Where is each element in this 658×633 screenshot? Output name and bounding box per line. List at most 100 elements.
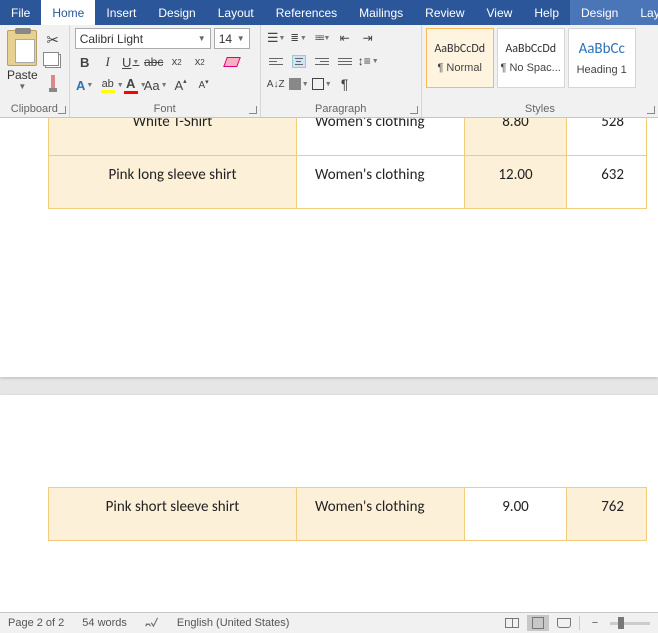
language-indicator[interactable]: English (United States) [177, 617, 290, 629]
style-name-label: ¶ No Spac... [501, 62, 561, 74]
style-name-label: ¶ Normal [437, 62, 481, 74]
separator [579, 616, 580, 630]
style-no-spacing[interactable]: AaBbCcDd ¶ No Spac... [497, 28, 565, 88]
style-heading-1[interactable]: AaBbCc Heading 1 [568, 28, 636, 88]
font-color-button[interactable]: A▼ [121, 75, 141, 95]
align-center-button[interactable] [289, 51, 309, 71]
grow-font-button[interactable]: A▴ [171, 75, 191, 95]
page-indicator[interactable]: Page 2 of 2 [8, 617, 64, 629]
change-case-button[interactable]: Aa▼ [144, 75, 168, 95]
table-row[interactable]: Pink long sleeve shirt Women's clothing … [49, 156, 647, 209]
cell-product[interactable]: Pink long sleeve shirt [49, 156, 297, 209]
group-styles: AaBbCcDd ¶ Normal AaBbCcDd ¶ No Spac... … [422, 25, 658, 117]
group-paragraph-label: Paragraph [261, 102, 421, 117]
table-row[interactable]: Pink short sleeve shirt Women's clothing… [49, 488, 647, 541]
clear-formatting-button[interactable] [222, 52, 242, 72]
chevron-down-icon: ▼ [18, 82, 26, 91]
zoom-knob[interactable] [618, 617, 624, 629]
tab-insert[interactable]: Insert [95, 0, 147, 25]
zoom-slider[interactable] [610, 622, 650, 625]
tab-home[interactable]: Home [41, 0, 95, 25]
style-preview: AaBbCcDd [505, 42, 556, 56]
cell-price[interactable]: 9.00 [465, 488, 567, 541]
format-painter-button[interactable] [44, 73, 62, 91]
group-font: Calibri Light ▼ 14 ▼ B I U▼ abc x2 x2 A▼ [70, 25, 261, 117]
cell-price[interactable]: 12.00 [465, 156, 567, 209]
paste-label: Paste [7, 68, 38, 82]
table-row[interactable]: White T-Shirt Women's clothing 8.80 528 [49, 118, 647, 156]
document-table[interactable]: Pink short sleeve shirt Women's clothing… [48, 487, 647, 541]
tab-help[interactable]: Help [523, 0, 570, 25]
page-1: Pink Shirt Women's clothing 8.80 892 Whi… [0, 118, 658, 377]
show-hide-button[interactable]: ¶ [335, 74, 355, 94]
menu-bar: File Home Insert Design Layout Reference… [0, 0, 658, 25]
bold-button[interactable]: B [75, 52, 95, 72]
tab-contextual-layout[interactable]: Layout [629, 0, 658, 25]
tab-file[interactable]: File [0, 0, 41, 25]
subscript-button[interactable]: x2 [167, 52, 187, 72]
spell-check-icon[interactable] [145, 616, 159, 631]
superscript-button[interactable]: x2 [190, 52, 210, 72]
group-paragraph: ☰▼ ≣▼ ≡≡▼ ⇤ ⇥ ↕≡▼ A↓Z ▼ ▼ ¶ Paragraph [261, 25, 422, 117]
highlight-button[interactable]: ab▼ [98, 75, 118, 95]
style-normal[interactable]: AaBbCcDd ¶ Normal [426, 28, 494, 88]
font-size-combo[interactable]: 14 ▼ [214, 28, 250, 49]
shading-button[interactable]: ▼ [289, 74, 309, 94]
monitor-icon [557, 618, 571, 628]
tab-contextual-design[interactable]: Design [570, 0, 629, 25]
increase-indent-button[interactable]: ⇥ [358, 28, 378, 48]
copy-icon [45, 54, 61, 68]
paste-button[interactable]: Paste ▼ [4, 28, 41, 102]
underline-button[interactable]: U▼ [121, 52, 141, 72]
tab-view[interactable]: View [476, 0, 524, 25]
clipboard-icon [7, 30, 37, 66]
strikethrough-button[interactable]: abc [144, 52, 164, 72]
eraser-icon [223, 57, 241, 67]
document-table[interactable]: Pink Shirt Women's clothing 8.80 892 Whi… [48, 118, 647, 209]
borders-button[interactable]: ▼ [312, 74, 332, 94]
align-left-button[interactable] [266, 51, 286, 71]
tab-mailings[interactable]: Mailings [348, 0, 414, 25]
align-justify-button[interactable] [335, 51, 355, 71]
cell-qty[interactable]: 632 [567, 156, 647, 209]
align-right-button[interactable] [312, 51, 332, 71]
cell-product[interactable]: Pink short sleeve shirt [49, 488, 297, 541]
chevron-down-icon: ▼ [237, 34, 245, 43]
sort-button[interactable]: A↓Z [266, 74, 286, 94]
tab-layout[interactable]: Layout [207, 0, 265, 25]
tab-references[interactable]: References [265, 0, 348, 25]
numbering-button[interactable]: ≣▼ [289, 28, 309, 48]
cell-price[interactable]: 8.80 [465, 118, 567, 156]
multilevel-list-button[interactable]: ≡≡▼ [312, 28, 332, 48]
cell-qty[interactable]: 762 [567, 488, 647, 541]
read-mode-button[interactable] [501, 615, 523, 631]
style-preview: AaBbCcDd [434, 42, 485, 56]
cut-button[interactable]: ✂ [44, 31, 62, 49]
cell-category[interactable]: Women's clothing [297, 118, 465, 156]
text-effects-button[interactable]: A▼ [75, 75, 95, 95]
cell-qty[interactable]: 528 [567, 118, 647, 156]
print-layout-button[interactable] [527, 615, 549, 631]
group-font-label: Font [70, 102, 260, 117]
status-bar: Page 2 of 2 54 words English (United Sta… [0, 612, 658, 633]
italic-button[interactable]: I [98, 52, 118, 72]
document-area[interactable]: Pink Shirt Women's clothing 8.80 892 Whi… [0, 118, 658, 612]
group-clipboard: Paste ▼ ✂ Clipboard [0, 25, 70, 117]
group-clipboard-label: Clipboard [0, 102, 69, 117]
tab-review[interactable]: Review [414, 0, 475, 25]
shrink-font-button[interactable]: A▾ [194, 75, 214, 95]
decrease-indent-button[interactable]: ⇤ [335, 28, 355, 48]
web-layout-button[interactable] [553, 615, 575, 631]
tab-design[interactable]: Design [147, 0, 206, 25]
word-count[interactable]: 54 words [82, 617, 127, 629]
font-name-value: Calibri Light [80, 32, 143, 46]
ribbon: Paste ▼ ✂ Clipboard Calibri Light ▼ 14 ▼ [0, 25, 658, 118]
bullets-button[interactable]: ☰▼ [266, 28, 286, 48]
copy-button[interactable] [44, 52, 62, 70]
cell-category[interactable]: Women's clothing [297, 488, 465, 541]
cell-product[interactable]: White T-Shirt [49, 118, 297, 156]
zoom-out-button[interactable]: − [584, 615, 606, 631]
cell-category[interactable]: Women's clothing [297, 156, 465, 209]
line-spacing-button[interactable]: ↕≡▼ [358, 51, 379, 71]
font-name-combo[interactable]: Calibri Light ▼ [75, 28, 211, 49]
